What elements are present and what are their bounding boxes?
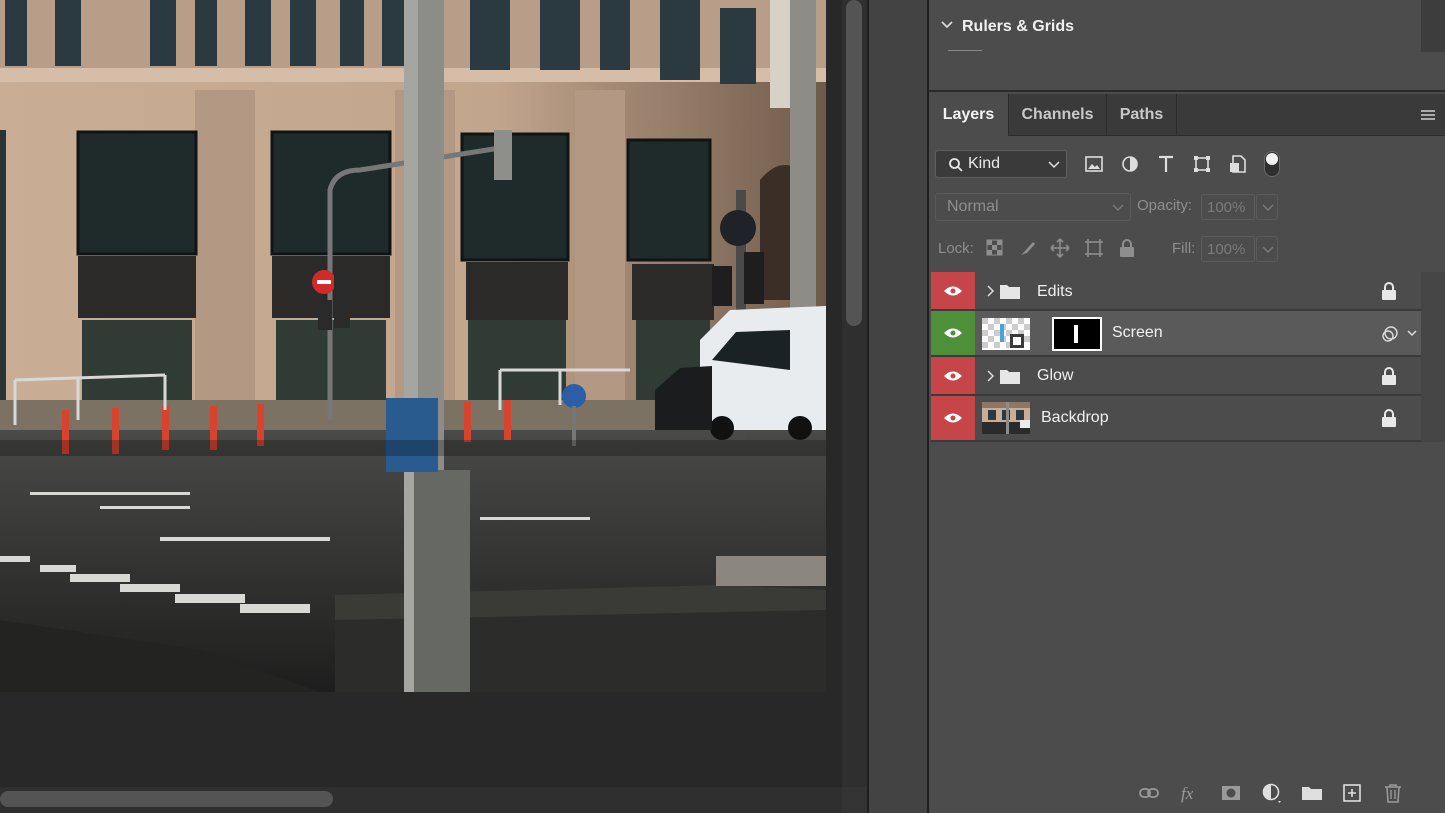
- search-icon: [949, 158, 963, 172]
- tab-channels[interactable]: Channels: [1009, 94, 1107, 136]
- chevron-right-icon[interactable]: [985, 369, 995, 383]
- lock-transparent-pixels-icon[interactable]: [985, 238, 1005, 258]
- fill-value: 100%: [1207, 241, 1246, 258]
- lock-icon: [1382, 282, 1396, 300]
- filter-kind-label: Kind: [968, 155, 1001, 172]
- layer-row-edits[interactable]: Edits: [931, 272, 1421, 311]
- fill-label: Fill:: [1172, 240, 1196, 257]
- rulers-panel-scrollbar[interactable]: [1421, 0, 1445, 52]
- tab-paths[interactable]: Paths: [1107, 94, 1177, 136]
- chevron-down-icon: [1262, 204, 1274, 211]
- folder-icon: [1000, 370, 1020, 384]
- eye-icon: [944, 286, 962, 295]
- layer-name: Glow: [1037, 367, 1074, 384]
- eye-icon: [944, 328, 962, 338]
- visibility-toggle[interactable]: [931, 357, 975, 394]
- layer-name: Screen: [1112, 324, 1163, 341]
- type-layer-filter-icon[interactable]: [1155, 153, 1177, 175]
- lock-icon: [1382, 367, 1396, 385]
- blend-mode-select[interactable]: Normal: [935, 193, 1131, 221]
- layer-row-screen[interactable]: Screen: [931, 311, 1421, 357]
- smart-object-filter-icon[interactable]: [1227, 153, 1249, 175]
- layer-row-glow[interactable]: Glow: [931, 357, 1421, 396]
- street-photo: [0, 0, 826, 692]
- layer-thumbnail[interactable]: [982, 402, 1030, 434]
- visibility-toggle[interactable]: [931, 396, 975, 440]
- adjustment-layer-filter-icon[interactable]: [1119, 153, 1141, 175]
- fill-field[interactable]: 100%: [1201, 236, 1255, 262]
- shape-layer-filter-icon[interactable]: [1191, 153, 1213, 175]
- opacity-label: Opacity:: [1137, 197, 1193, 214]
- svg-text:fx: fx: [1181, 784, 1194, 803]
- blend-mode-label: Normal: [947, 198, 999, 215]
- chevron-down-icon[interactable]: [1406, 327, 1418, 339]
- fill-dropdown[interactable]: [1256, 236, 1278, 262]
- lock-position-icon[interactable]: [1050, 238, 1070, 258]
- visibility-toggle[interactable]: [931, 272, 975, 309]
- filter-kind-select[interactable]: Kind: [935, 150, 1067, 178]
- lock-icon: [1382, 409, 1396, 427]
- layer-effects-icon[interactable]: [1381, 325, 1399, 343]
- link-layers-icon[interactable]: [1138, 782, 1160, 804]
- chevron-right-icon[interactable]: [985, 284, 995, 298]
- rulers-divider: [948, 50, 982, 51]
- layer-name: Edits: [1037, 283, 1073, 300]
- eye-icon: [944, 371, 962, 380]
- collapsed-panel-dock: [867, 0, 929, 813]
- scroll-corner: [842, 787, 867, 813]
- add-mask-icon[interactable]: [1220, 782, 1242, 804]
- lock-all-icon[interactable]: [1117, 238, 1137, 258]
- panel-menu-icon[interactable]: [1420, 108, 1436, 122]
- lock-artboard-icon[interactable]: [1084, 238, 1104, 258]
- layer-name: Backdrop: [1041, 409, 1109, 426]
- layers-list-scrollbar[interactable]: [1421, 272, 1445, 442]
- layer-mask-thumbnail[interactable]: [1052, 317, 1102, 351]
- vertical-scrollbar-thumb[interactable]: [846, 0, 862, 326]
- horizontal-scrollbar-thumb[interactable]: [0, 791, 333, 807]
- pixel-layer-filter-icon[interactable]: [1083, 153, 1105, 175]
- chevron-down-icon: [1112, 204, 1124, 211]
- new-layer-icon[interactable]: [1341, 782, 1363, 804]
- layer-filter-toggle[interactable]: [1264, 151, 1280, 177]
- lock-label: Lock:: [938, 240, 974, 257]
- eye-icon: [944, 413, 962, 423]
- chevron-down-icon[interactable]: [940, 18, 954, 32]
- opacity-field[interactable]: 100%: [1201, 194, 1255, 220]
- delete-layer-icon[interactable]: [1382, 782, 1404, 804]
- folder-icon: [1000, 285, 1020, 299]
- layer-thumbnail[interactable]: [982, 318, 1030, 350]
- document-canvas[interactable]: [0, 0, 842, 787]
- opacity-dropdown[interactable]: [1256, 194, 1278, 220]
- layer-row-backdrop[interactable]: Backdrop: [931, 396, 1421, 442]
- lock-image-pixels-icon[interactable]: [1018, 238, 1038, 258]
- chevron-down-icon: [1048, 161, 1060, 169]
- new-group-icon[interactable]: [1301, 782, 1323, 804]
- visibility-toggle[interactable]: [931, 311, 975, 355]
- tab-layers[interactable]: Layers: [929, 94, 1009, 136]
- chevron-down-icon: [1262, 246, 1274, 253]
- new-adjustment-layer-icon[interactable]: [1261, 782, 1283, 804]
- rulers-grids-panel: [929, 0, 1445, 92]
- fx-icon[interactable]: fx: [1179, 782, 1201, 804]
- opacity-value: 100%: [1207, 199, 1246, 216]
- rulers-grids-title[interactable]: Rulers & Grids: [962, 18, 1074, 36]
